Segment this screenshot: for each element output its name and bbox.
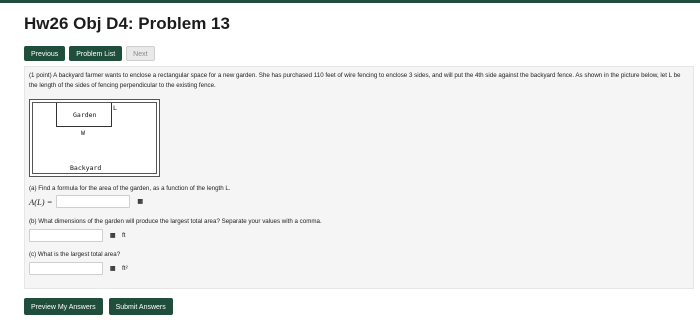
l-label: L	[113, 104, 117, 112]
problem-nav: Previous Problem List Next	[24, 46, 155, 61]
part-b-unit: ft	[122, 232, 126, 239]
problem-statement: (1 point) A backyard farmer wants to enc…	[29, 72, 681, 89]
grid-icon[interactable]: ▦	[107, 231, 118, 240]
backyard-outline: Garden L W Backyard	[32, 102, 157, 174]
part-a-question: (a) Find a formula for the area of the g…	[29, 185, 231, 192]
grid-icon[interactable]: ▦	[107, 264, 118, 273]
part-a-answer-row: A(L) = ▦	[29, 195, 145, 208]
part-b-answer-row: ▦ ft	[29, 229, 126, 242]
grid-icon[interactable]: ▦	[134, 197, 145, 206]
next-button[interactable]: Next	[126, 46, 155, 61]
part-a-input[interactable]	[56, 195, 131, 208]
part-b-question: (b) What dimensions of the garden will p…	[29, 218, 322, 225]
part-c-question: (c) What is the largest total area?	[29, 251, 121, 258]
problem-list-button[interactable]: Problem List	[69, 46, 123, 61]
garden-label: Garden	[73, 111, 97, 119]
part-b-input[interactable]	[29, 229, 103, 242]
problem-panel: (1 point) A backyard farmer wants to enc…	[24, 66, 694, 289]
action-buttons: Preview My Answers Submit Answers	[24, 298, 173, 315]
previous-button[interactable]: Previous	[24, 46, 66, 61]
top-accent-bar	[0, 0, 700, 3]
submit-answers-button[interactable]: Submit Answers	[108, 298, 173, 315]
part-c-answer-row: ▦ ft²	[29, 262, 128, 275]
preview-answers-button[interactable]: Preview My Answers	[24, 298, 103, 315]
garden-rectangle: Garden	[56, 103, 112, 127]
page-title: Hw26 Obj D4: Problem 13	[24, 14, 230, 33]
backyard-label: Backyard	[70, 164, 102, 172]
garden-diagram: Garden L W Backyard	[29, 99, 160, 177]
w-label: W	[81, 129, 85, 137]
part-a-lhs: A(L) =	[29, 196, 53, 207]
part-c-input[interactable]	[29, 262, 103, 275]
part-c-unit: ft²	[122, 265, 128, 272]
